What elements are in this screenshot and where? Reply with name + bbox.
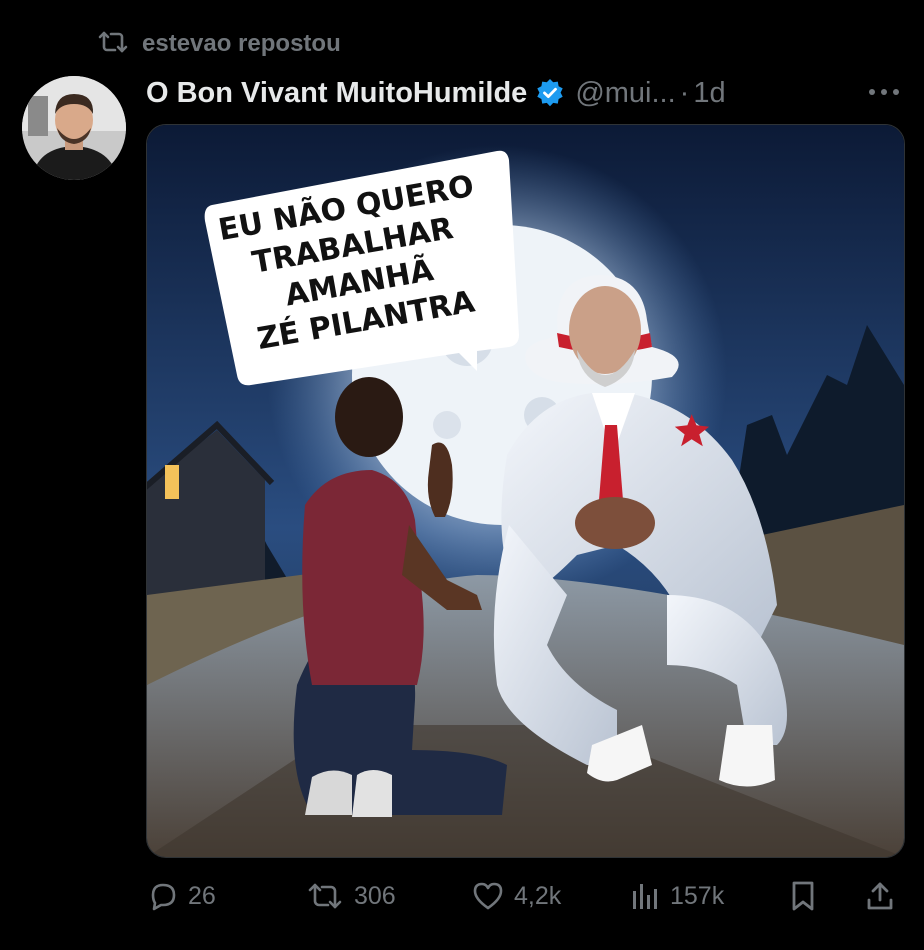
repost-indicator[interactable]: estevao repostou — [96, 28, 341, 60]
timestamp[interactable]: 1d — [693, 77, 725, 110]
bookmark-button[interactable] — [788, 872, 818, 920]
views-count: 157k — [670, 881, 725, 910]
views-button[interactable]: 157k — [630, 872, 724, 920]
repost-icon — [96, 29, 130, 60]
reply-icon — [148, 881, 178, 911]
like-count: 4,2k — [514, 881, 562, 910]
like-button[interactable]: 4,2k — [472, 872, 561, 920]
share-icon — [864, 880, 896, 912]
action-bar: 26 306 4,2k 157k — [146, 872, 906, 920]
heart-icon — [472, 881, 504, 911]
tweet-image[interactable]: EU NÃO QUERO TRABALHAR AMANHÃ ZÉ PILANTR… — [146, 124, 905, 858]
views-icon — [630, 881, 660, 911]
author-name[interactable]: O Bon Vivant MuitoHumilde — [146, 77, 527, 110]
avatar[interactable] — [22, 76, 126, 180]
repost-label: estevao repostou — [142, 30, 341, 57]
separator: · — [679, 76, 690, 109]
reply-button[interactable]: 26 — [148, 872, 216, 920]
bookmark-icon — [788, 880, 818, 912]
repost-count: 306 — [354, 881, 396, 910]
share-button[interactable] — [864, 872, 896, 920]
more-icon[interactable] — [864, 76, 904, 108]
author-handle[interactable]: @mui... — [575, 77, 675, 110]
repost-icon — [306, 881, 344, 911]
verified-badge-icon — [535, 78, 565, 108]
repost-button[interactable]: 306 — [306, 872, 396, 920]
reply-count: 26 — [188, 881, 216, 910]
tweet-header: O Bon Vivant MuitoHumilde @mui... · 1d — [146, 72, 904, 114]
